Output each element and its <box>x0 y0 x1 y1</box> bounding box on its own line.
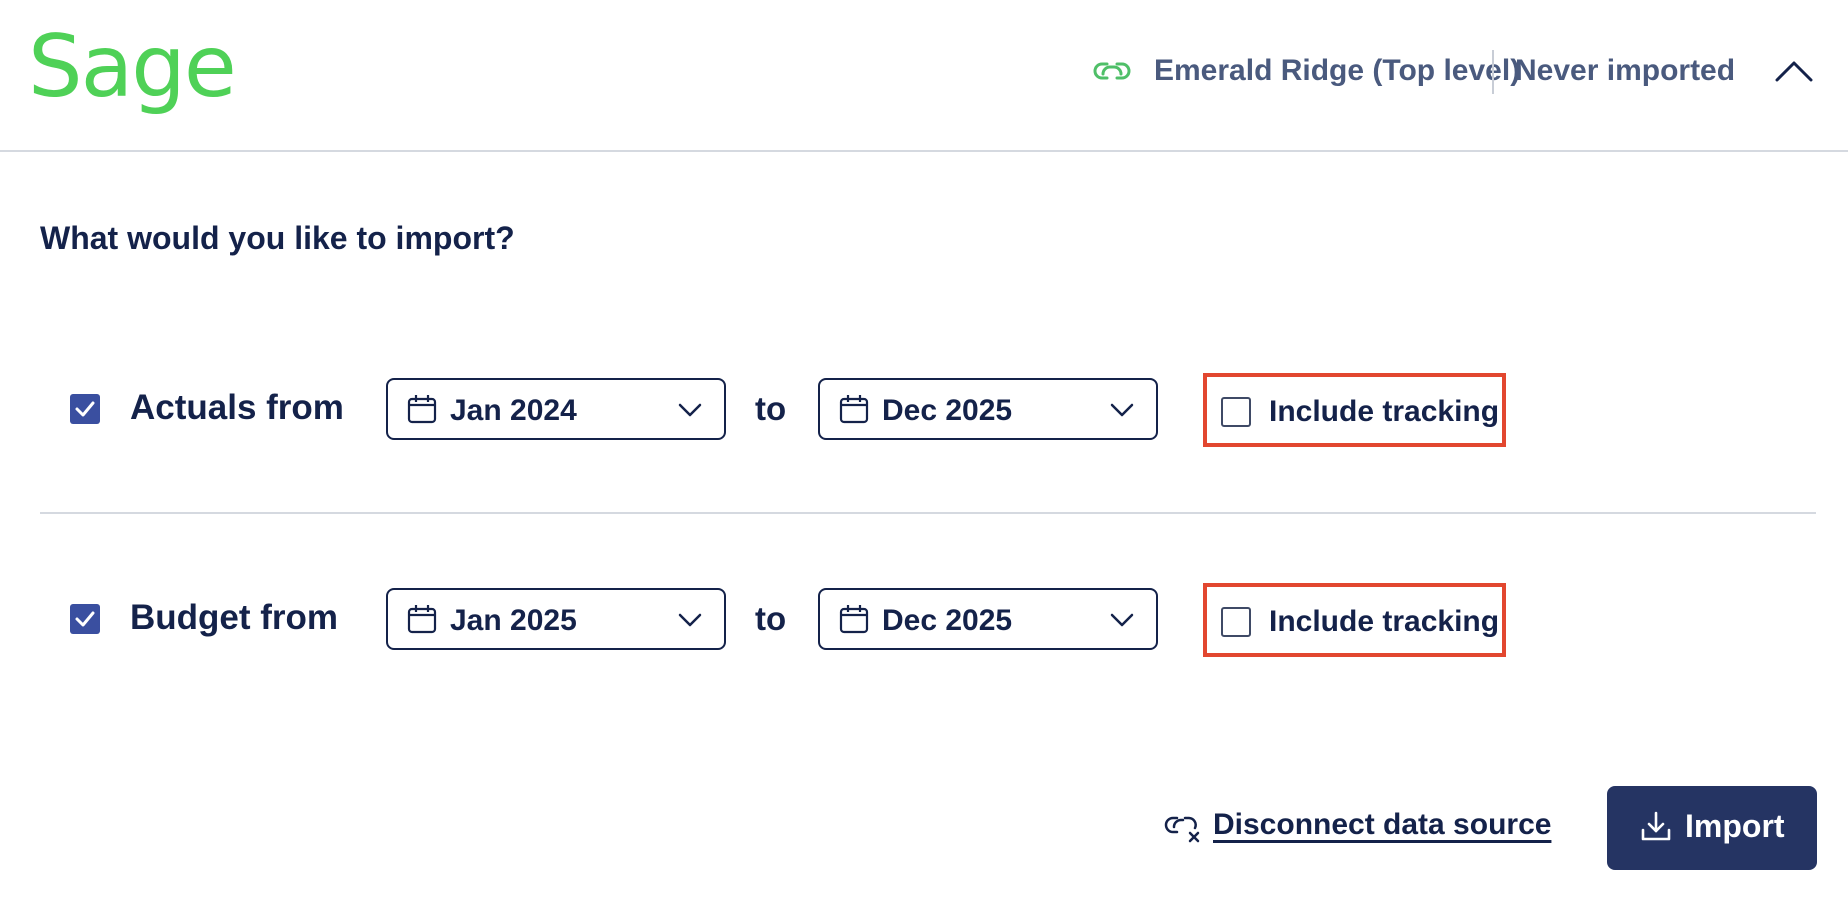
budget-to-value: Dec 2025 <box>882 604 1013 637</box>
include-tracking-label[interactable]: Include tracking <box>1269 605 1499 639</box>
unlink-icon <box>1163 810 1203 849</box>
header-divider <box>1492 50 1494 94</box>
chevron-up-icon[interactable] <box>1774 58 1814 89</box>
download-icon <box>1639 810 1673 849</box>
import-question-heading: What would you like to import? <box>40 220 515 256</box>
calendar-icon <box>838 393 870 430</box>
include-tracking-highlight: Include tracking <box>1203 373 1506 447</box>
actuals-from-select[interactable]: Jan 2024 <box>386 378 726 440</box>
budget-to-select[interactable]: Dec 2025 <box>818 588 1158 650</box>
actuals-to-value: Dec 2025 <box>882 394 1013 427</box>
chevron-down-icon <box>1110 402 1134 423</box>
budget-label: Budget from <box>130 598 339 637</box>
disconnect-data-source-link[interactable]: Disconnect data source <box>1163 806 1551 849</box>
budget-include-tracking-checkbox[interactable] <box>1221 607 1251 637</box>
include-tracking-highlight: Include tracking <box>1203 583 1506 657</box>
connection-info: Emerald Ridge (Top level) Never imported <box>948 40 1848 104</box>
budget-from-value: Jan 2025 <box>450 604 577 637</box>
chevron-down-icon <box>678 402 702 423</box>
actuals-from-value: Jan 2024 <box>450 394 577 427</box>
calendar-icon <box>406 393 438 430</box>
import-button[interactable]: Import <box>1607 786 1817 870</box>
budget-row: Budget from Jan 2025 to Dec 2025 Include… <box>0 580 1848 660</box>
chevron-down-icon <box>1110 612 1134 633</box>
actuals-label: Actuals from <box>130 388 344 427</box>
budget-from-select[interactable]: Jan 2025 <box>386 588 726 650</box>
calendar-icon <box>838 603 870 640</box>
import-status: Never imported <box>1515 54 1736 87</box>
chevron-down-icon <box>678 612 702 633</box>
sage-logo: Sage <box>28 17 237 117</box>
include-tracking-label[interactable]: Include tracking <box>1269 395 1499 429</box>
calendar-icon <box>406 603 438 640</box>
row-divider <box>40 512 1816 514</box>
actuals-checkbox[interactable] <box>70 394 100 424</box>
actuals-row: Actuals from Jan 2024 to Dec 2025 Includ… <box>0 370 1848 450</box>
import-button-label: Import <box>1685 808 1785 844</box>
organization-name: Emerald Ridge (Top level) <box>1154 54 1521 87</box>
disconnect-label[interactable]: Disconnect data source <box>1213 808 1551 842</box>
actuals-to-select[interactable]: Dec 2025 <box>818 378 1158 440</box>
budget-checkbox[interactable] <box>70 604 100 634</box>
app-header: Sage Emerald Ridge (Top level) Never imp… <box>0 0 1848 152</box>
to-label: to <box>755 390 787 427</box>
link-icon <box>1091 56 1133 91</box>
to-label: to <box>755 600 787 637</box>
actuals-include-tracking-checkbox[interactable] <box>1221 397 1251 427</box>
